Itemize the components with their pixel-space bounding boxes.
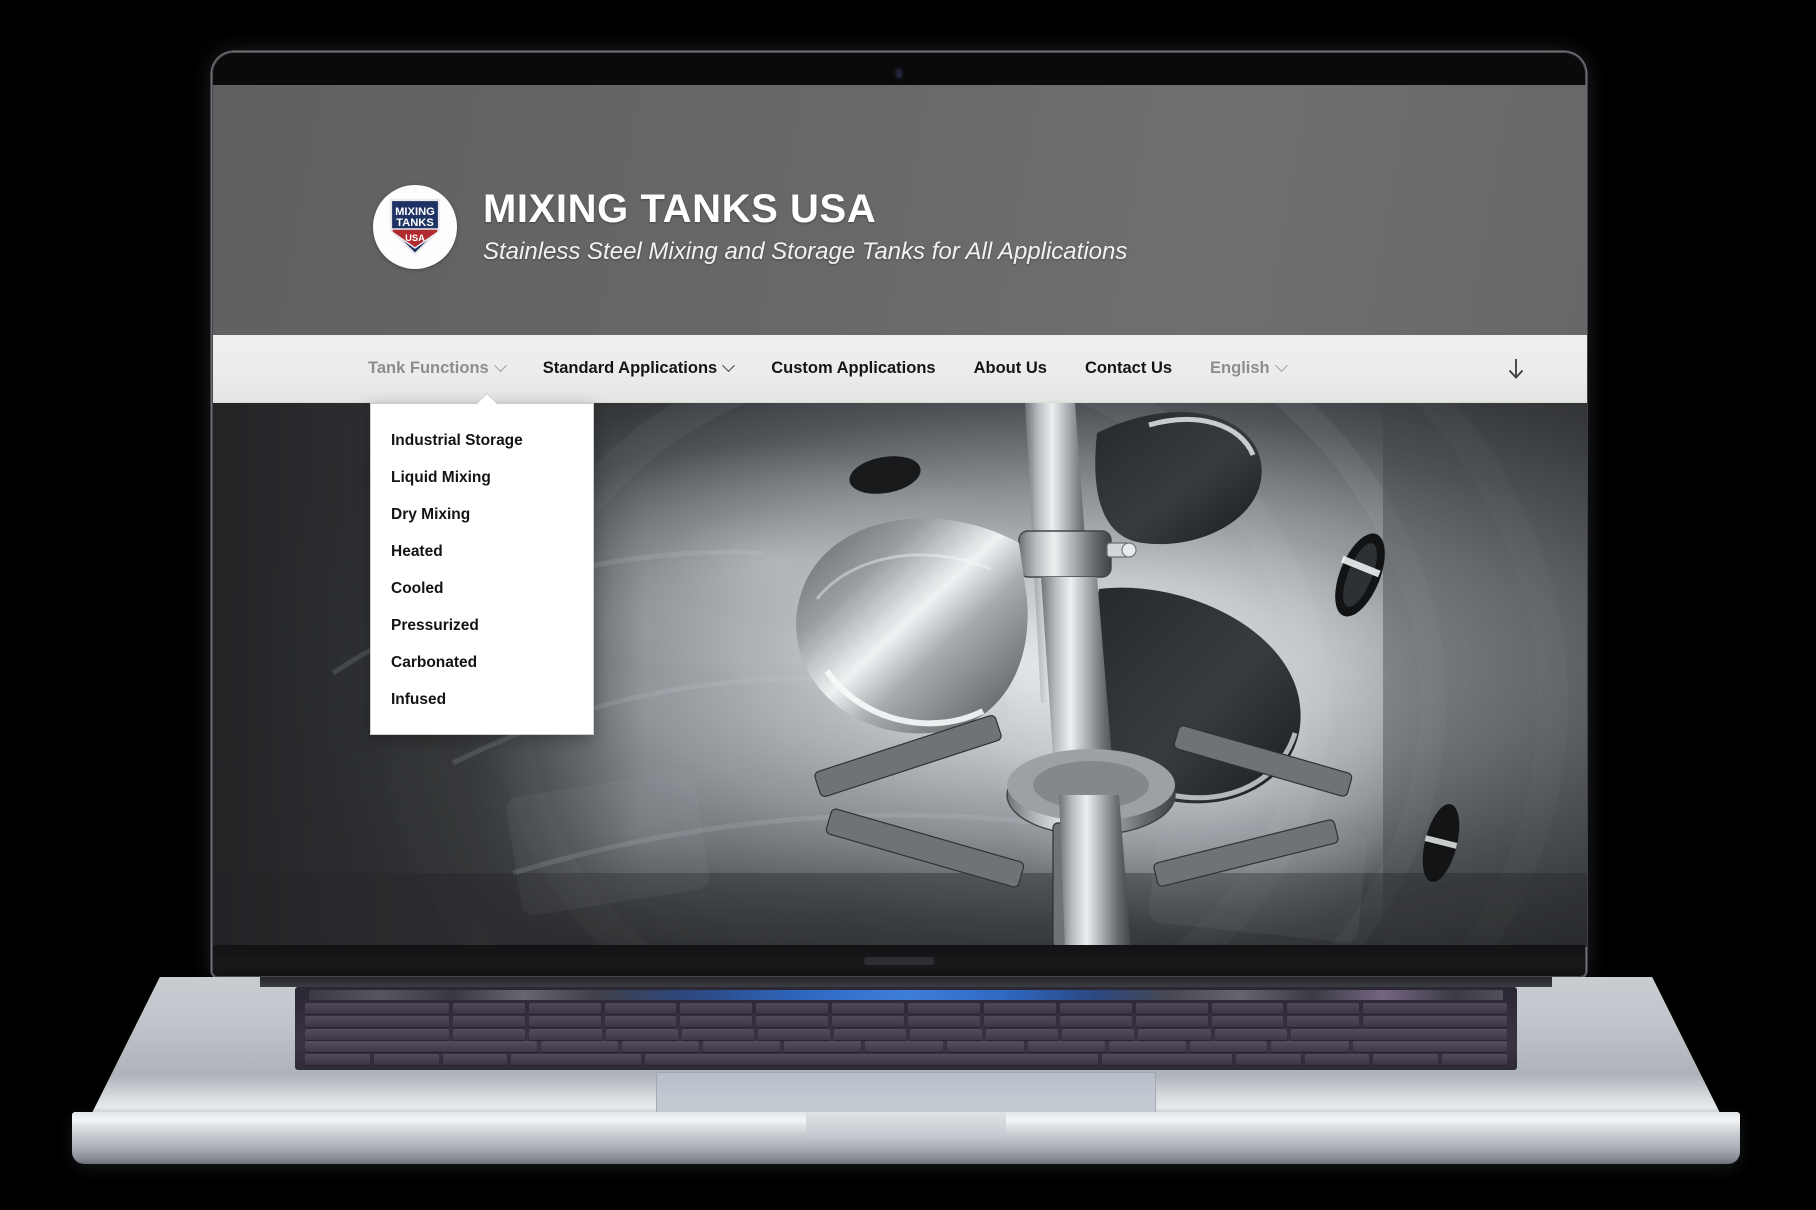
screen: MIXING TANKS USA MIXING TANKS USA Stainl… — [213, 85, 1587, 947]
dropdown-item-industrial-storage[interactable]: Industrial Storage — [371, 422, 593, 459]
chevron-down-icon — [493, 359, 507, 373]
nav-label: About Us — [973, 359, 1047, 377]
site-header: MIXING TANKS USA MIXING TANKS USA Stainl… — [213, 85, 1587, 335]
dropdown-item-infused[interactable]: Infused — [371, 681, 593, 718]
chevron-down-icon — [1274, 359, 1288, 373]
header-inner: MIXING TANKS USA MIXING TANKS USA Stainl… — [373, 185, 1127, 269]
keyboard-row — [305, 1015, 1507, 1028]
dropdown-item-carbonated[interactable]: Carbonated — [371, 644, 593, 681]
nav-item-contact-us[interactable]: Contact Us — [1085, 359, 1172, 378]
mixing-tanks-usa-logo-icon[interactable]: MIXING TANKS USA — [373, 185, 457, 269]
svg-text:USA: USA — [405, 232, 425, 243]
laptop-base — [86, 977, 1726, 1125]
brand-tagline: Stainless Steel Mixing and Storage Tanks… — [483, 237, 1128, 265]
page-title: MIXING TANKS USA — [483, 186, 877, 231]
keyboard-row — [305, 1003, 1507, 1015]
keyboard-row — [305, 1041, 1508, 1054]
keyboard-row — [305, 1054, 1508, 1066]
laptop-lid: MIXING TANKS USA MIXING TANKS USA Stainl… — [212, 52, 1587, 977]
laptop-bezel: MIXING TANKS USA MIXING TANKS USA Stainl… — [212, 52, 1587, 977]
webcam-dot-icon — [896, 69, 902, 78]
screenshot-stage: MIXING TANKS USA MIXING TANKS USA Stainl… — [0, 0, 1816, 1210]
laptop-chin — [213, 945, 1585, 976]
nav-label: Standard Applications — [542, 359, 718, 377]
main-navbar: Tank Functions Standard Applications Cus… — [213, 335, 1587, 403]
dropdown-item-heated[interactable]: Heated — [371, 533, 593, 570]
nav-item-tank-functions[interactable]: Tank Functions — [368, 359, 507, 378]
dropdown-item-pressurized[interactable]: Pressurized — [371, 607, 593, 644]
nav-label: Tank Functions — [368, 359, 489, 377]
keyboard-row — [305, 1028, 1507, 1041]
keyboard-rows — [305, 1003, 1508, 1066]
dropdown-item-cooled[interactable]: Cooled — [371, 570, 593, 607]
laptop-hinge — [260, 977, 1552, 987]
laptop-front-edge — [72, 1112, 1740, 1164]
nav-item-custom-applications[interactable]: Custom Applications — [771, 359, 935, 378]
brand-text: MIXING TANKS USA Stainless Steel Mixing … — [483, 188, 1127, 267]
dropdown-item-dry-mixing[interactable]: Dry Mixing — [371, 496, 593, 533]
nav-label: Contact Us — [1084, 359, 1173, 377]
svg-text:TANKS: TANKS — [396, 217, 434, 229]
keyboard[interactable] — [295, 987, 1517, 1070]
laptop-front-notch — [806, 1112, 1006, 1138]
shield-graphic: MIXING TANKS USA — [389, 198, 441, 256]
touch-bar[interactable] — [309, 990, 1503, 1000]
nav-inner: Tank Functions Standard Applications Cus… — [368, 335, 1527, 402]
laptop-brand-mark — [864, 956, 934, 965]
chevron-down-icon — [722, 359, 736, 373]
nav-label: English — [1210, 359, 1270, 377]
arrow-down-icon[interactable] — [1505, 356, 1527, 382]
nav-item-about-us[interactable]: About Us — [974, 359, 1047, 378]
nav-label: Custom Applications — [771, 359, 936, 377]
tank-functions-dropdown-menu: Industrial Storage Liquid Mixing Dry Mix… — [370, 403, 594, 735]
nav-item-standard-applications[interactable]: Standard Applications — [542, 359, 736, 378]
dropdown-item-liquid-mixing[interactable]: Liquid Mixing — [371, 459, 593, 496]
nav-item-language-selector[interactable]: English — [1210, 359, 1288, 378]
